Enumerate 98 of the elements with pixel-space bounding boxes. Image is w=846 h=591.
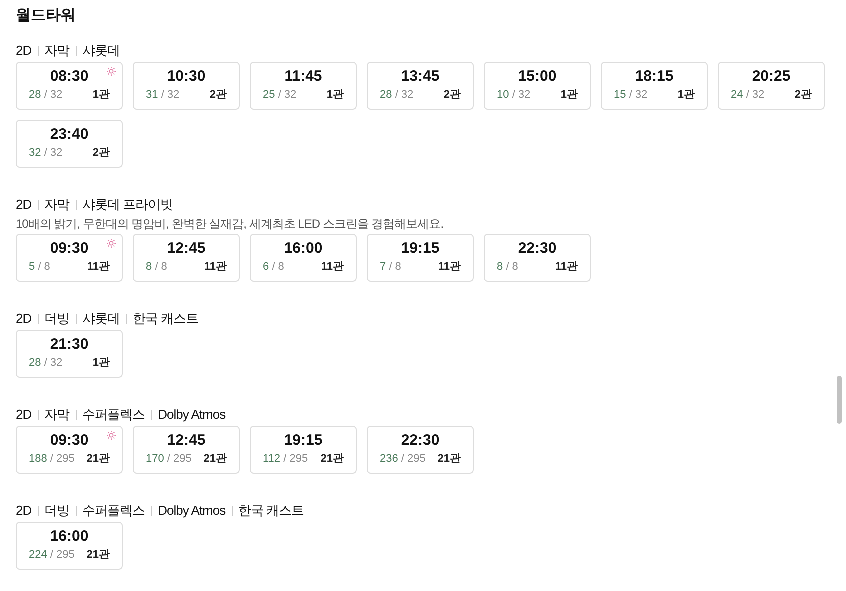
hall-number: 11관 [438,260,461,275]
seat-count: 170 / 295 [146,452,192,467]
seat-count: 31 / 32 [146,88,180,103]
seat-count: 15 / 32 [614,88,648,103]
showtime-card[interactable]: 16:00 6 / 8 11관 [250,234,357,282]
format-tag: 수퍼플렉스 [82,406,146,424]
showtime-time: 21:30 [50,335,89,355]
hall-number: 21관 [86,548,110,563]
hall-number: 11관 [204,260,227,275]
format-tag: 자막 [44,42,70,60]
showtime-card[interactable]: 21:30 28 / 32 1관 [16,330,123,378]
showtime-time: 13:45 [401,67,440,87]
showtime-card[interactable]: 19:15 7 / 8 11관 [367,234,474,282]
showtime-card[interactable]: 15:00 10 / 32 1관 [484,62,591,110]
showtime-card[interactable]: 13:45 28 / 32 2관 [367,62,474,110]
seat-count: 25 / 32 [263,88,297,103]
hall-number: 21관 [320,452,344,467]
format-tag: 2D [16,196,32,214]
seat-count: 28 / 32 [29,356,63,371]
showtime-card[interactable]: 11:45 25 / 32 1관 [250,62,357,110]
showtime-card[interactable]: 09:30 188 / 295 21관 [16,426,123,474]
showtime-time: 16:00 [284,239,323,259]
format-tag: 샤롯데 [82,310,120,328]
hall-number: 11관 [555,260,578,275]
format-tag: 2D [16,502,32,520]
format-tag: 한국 캐스트 [238,502,304,520]
showtime-time: 16:00 [50,527,89,547]
hall-number: 1관 [678,88,695,103]
hall-number: 2관 [444,88,461,103]
hall-number: 1관 [326,88,344,103]
hall-number: 1관 [92,356,110,371]
showtime-time: 19:15 [401,239,440,259]
seat-count: 5 / 8 [29,260,50,275]
showtime-card[interactable]: 22:30 236 / 295 21관 [367,426,474,474]
showtime-time: 15:00 [518,67,557,87]
showtime-card[interactable]: 22:30 8 / 8 11관 [484,234,591,282]
seat-count: 28 / 32 [380,88,414,103]
cinema-title: 월드타워 [16,6,77,26]
seat-count: 32 / 32 [29,146,63,161]
format-tag: 2D [16,310,32,328]
showtime-card[interactable]: 10:30 31 / 32 2관 [133,62,240,110]
showtime-time: 22:30 [518,239,557,259]
format-tag: 자막 [44,406,70,424]
showtime-card[interactable]: 08:30 28 / 32 1관 [16,62,123,110]
seat-count: 6 / 8 [263,260,284,275]
showtime-time: 08:30 [50,67,89,87]
seat-count: 10 / 32 [497,88,531,103]
hall-number: 11관 [321,260,344,275]
showtime-card[interactable]: 12:45 8 / 8 11관 [133,234,240,282]
hall-number: 21관 [86,452,110,467]
showtime-time: 09:30 [50,431,89,451]
seat-count: 224 / 295 [29,548,75,563]
seat-count: 8 / 8 [497,260,518,275]
format-tag: 자막 [44,196,70,214]
hall-number: 2관 [210,88,227,103]
seat-count: 112 / 295 [263,452,308,467]
hall-number: 1관 [92,88,110,103]
hall-number: 21관 [204,452,227,467]
showtime-card[interactable]: 09:30 5 / 8 11관 [16,234,123,282]
format-tag: 샤롯데 [82,42,120,60]
showtime-time: 12:45 [167,431,206,451]
format-tag: 2D [16,42,32,60]
seat-count: 24 / 32 [731,88,765,103]
hall-number: 21관 [438,452,461,467]
seat-count: 8 / 8 [146,260,168,275]
format-tag: Dolby Atmos [158,502,226,520]
format-tag: 더빙 [44,502,70,520]
format-tag: 2D [16,406,32,424]
hall-number: 11관 [87,260,110,275]
showtime-time: 09:30 [50,239,89,259]
showtime-time: 11:45 [284,67,322,87]
showtime-time: 23:40 [50,125,89,145]
showtime-card[interactable]: 23:40 32 / 32 2관 [16,120,123,168]
showtime-card[interactable]: 12:45 170 / 295 21관 [133,426,240,474]
seat-count: 28 / 32 [29,88,63,103]
showtime-time: 20:25 [752,67,791,87]
showtime-time: 19:15 [284,431,323,451]
showtime-time: 18:15 [635,67,674,87]
hall-number: 2관 [794,88,812,103]
scrollbar-thumb[interactable] [837,376,842,424]
showtime-card[interactable]: 16:00 224 / 295 21관 [16,522,123,570]
showtime-card[interactable]: 19:15 112 / 295 21관 [250,426,357,474]
hall-number: 2관 [92,146,110,161]
seat-count: 188 / 295 [29,452,75,467]
seat-count: 236 / 295 [380,452,426,467]
seat-count: 7 / 8 [380,260,402,275]
showtime-card[interactable]: 18:15 15 / 32 1관 [601,62,708,110]
format-tag: Dolby Atmos [158,406,226,424]
showtime-time: 22:30 [401,431,440,451]
format-tag: 더빙 [44,310,70,328]
format-tag: 수퍼플렉스 [82,502,146,520]
screen-description: 10배의 밝기, 무한대의 명암비, 완벽한 실재감, 세계최초 LED 스크린을 경험해보세요. [16,216,445,232]
showtime-time: 10:30 [167,67,206,87]
showtime-card[interactable]: 20:25 24 / 32 2관 [718,62,825,110]
format-tag: 한국 캐스트 [133,310,199,328]
showtime-time: 12:45 [167,239,206,259]
hall-number: 1관 [560,88,578,103]
format-tag: 샤롯데 프라이빗 [82,196,174,214]
